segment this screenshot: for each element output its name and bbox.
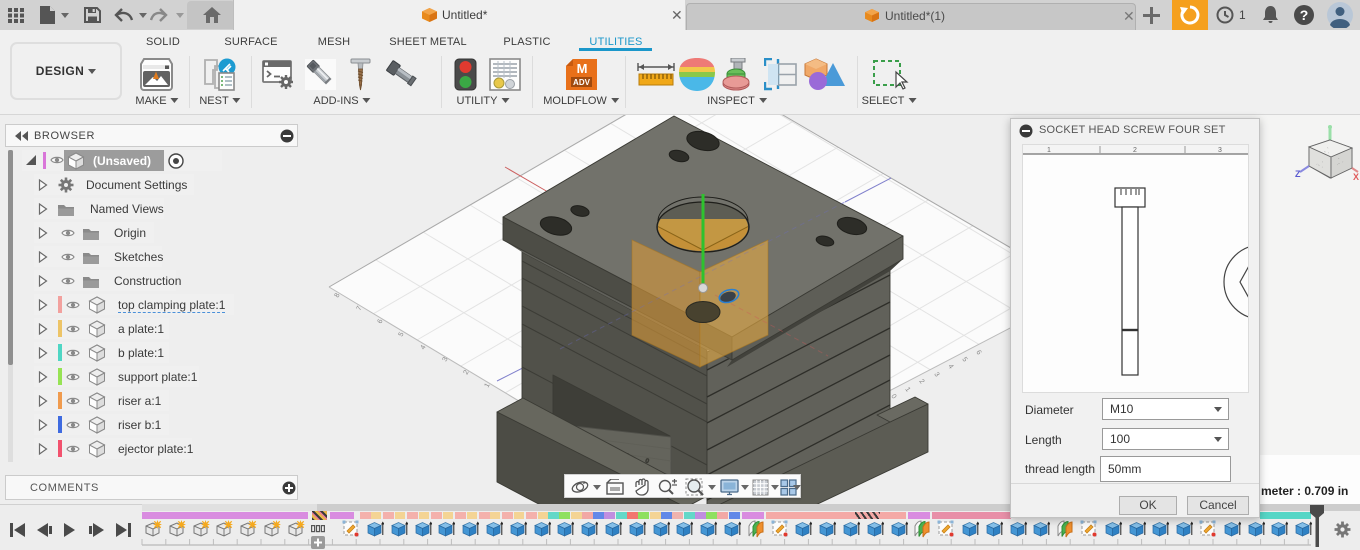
svg-text:Z: Z — [1295, 169, 1301, 179]
svg-text:X: X — [1353, 172, 1359, 182]
svg-text:ADV: ADV — [573, 78, 591, 87]
svg-text:1: 1 — [1047, 147, 1051, 154]
svg-text:3: 3 — [1218, 147, 1222, 154]
svg-text:?: ? — [1300, 7, 1309, 23]
svg-text:2: 2 — [1133, 147, 1137, 154]
svg-text:M: M — [577, 61, 588, 76]
